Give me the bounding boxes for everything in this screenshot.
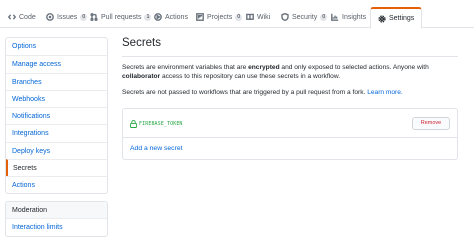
- tab-pull-requests[interactable]: Pull requests 1: [90, 6, 152, 28]
- sidebar-item-deploy-keys[interactable]: Deploy keys: [6, 141, 107, 159]
- project-icon: [196, 13, 204, 21]
- tab-security[interactable]: Security 0: [281, 6, 328, 28]
- tab-insights[interactable]: Insights: [331, 6, 366, 28]
- tab-label: Issues: [57, 13, 78, 21]
- tab-projects[interactable]: Projects 0: [196, 6, 243, 28]
- sidebar-item-branches[interactable]: Branches: [6, 72, 107, 90]
- pull-request-icon: [90, 13, 98, 21]
- moderation-sidebar: Moderation Interaction limits: [5, 201, 108, 237]
- gear-icon: [378, 14, 386, 23]
- secret-row: FIREBASE_TOKEN Remove: [123, 109, 457, 138]
- tab-label: Projects: [207, 13, 233, 21]
- tab-label: Settings: [389, 15, 415, 22]
- graph-icon: [331, 13, 339, 21]
- tab-label: Wiki: [257, 13, 271, 21]
- projects-count: 0: [235, 13, 243, 21]
- secrets-list: FIREBASE_TOKEN Remove Add a new secret: [122, 108, 458, 160]
- security-count: 0: [320, 13, 328, 21]
- repo-nav: Code Issues 0 Pull requests 1 Actions Pr…: [0, 0, 474, 29]
- settings-sidebar: Options Manage access Branches Webhooks …: [5, 37, 108, 194]
- tab-settings[interactable]: Settings: [370, 7, 423, 29]
- book-icon: [246, 13, 254, 21]
- shield-icon: [281, 13, 289, 21]
- sidebar-item-webhooks[interactable]: Webhooks: [6, 89, 107, 107]
- tab-issues[interactable]: Issues 0: [46, 6, 88, 28]
- sidebar-item-options[interactable]: Options: [6, 38, 107, 55]
- sidebar-item-manage-access[interactable]: Manage access: [6, 55, 107, 72]
- issue-icon: [46, 13, 54, 21]
- tab-actions[interactable]: Actions: [154, 6, 188, 28]
- tab-label: Code: [19, 13, 36, 21]
- issues-count: 0: [80, 13, 88, 21]
- sidebar-item-interaction-limits[interactable]: Interaction limits: [6, 219, 107, 236]
- tab-label: Actions: [165, 13, 188, 21]
- page-title: Secrets: [122, 37, 161, 49]
- sidebar-item-secrets[interactable]: Secrets: [6, 159, 107, 177]
- pull-requests-count: 1: [144, 13, 152, 21]
- learn-more-link[interactable]: Learn more.: [367, 89, 403, 96]
- fork-note: Secrets are not passed to workflows that…: [122, 89, 403, 96]
- tab-label: Pull requests: [101, 13, 142, 21]
- play-icon: [154, 13, 162, 21]
- code-icon: [8, 13, 16, 21]
- title-divider: [122, 56, 458, 57]
- moderation-heading: Moderation: [6, 202, 107, 219]
- add-secret-link[interactable]: Add a new secret: [130, 145, 183, 152]
- tab-label: Insights: [342, 13, 367, 21]
- secret-name: FIREBASE_TOKEN: [139, 121, 183, 127]
- tab-label: Security: [292, 13, 318, 21]
- sidebar-item-integrations[interactable]: Integrations: [6, 124, 107, 141]
- lock-icon: [130, 120, 137, 128]
- tab-wiki[interactable]: Wiki: [246, 6, 270, 28]
- sidebar-item-actions[interactable]: Actions: [6, 176, 107, 193]
- remove-secret-button[interactable]: Remove: [412, 117, 450, 130]
- secrets-description: Secrets are environment variables that a…: [122, 64, 429, 80]
- sidebar-item-notifications[interactable]: Notifications: [6, 107, 107, 124]
- tab-code[interactable]: Code: [8, 6, 36, 28]
